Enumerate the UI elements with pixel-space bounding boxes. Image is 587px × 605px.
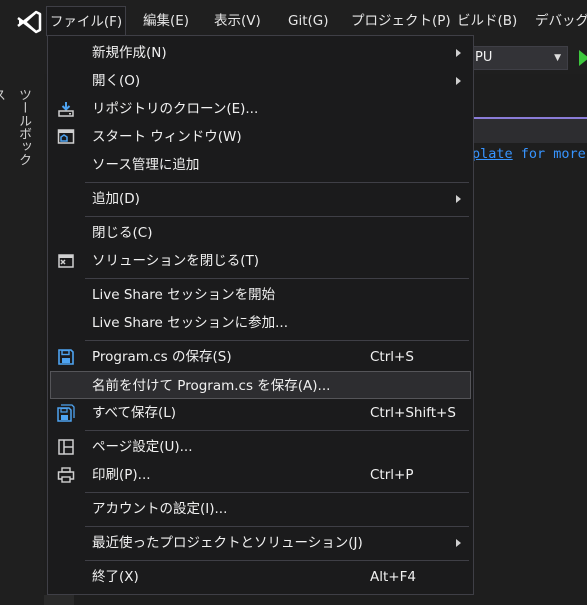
menu-item-close-solution[interactable]: ソリューションを閉じる(T) bbox=[50, 247, 471, 275]
menu-view[interactable]: 表示(V) bbox=[214, 6, 261, 36]
menu-edit[interactable]: 編集(E) bbox=[143, 6, 189, 36]
menu-separator bbox=[85, 492, 469, 493]
editor-text: plate for more bbox=[472, 145, 586, 163]
editor-gutter bbox=[44, 595, 74, 605]
menu-item-label: Program.cs の保存(S) bbox=[92, 349, 232, 365]
save-all-icon bbox=[57, 404, 75, 422]
menu-item-exit[interactable]: 終了(X) Alt+F4 bbox=[50, 563, 471, 591]
menu-item-shortcut: Ctrl+P bbox=[370, 467, 414, 483]
submenu-arrow-icon bbox=[456, 539, 461, 547]
menu-item-label: 新規作成(N) bbox=[92, 45, 167, 61]
menu-separator bbox=[85, 560, 469, 561]
submenu-arrow-icon bbox=[456, 195, 461, 203]
menu-debug[interactable]: デバッグ(D bbox=[535, 6, 587, 36]
menu-item-label: 最近使ったプロジェクトとソリューション(J) bbox=[92, 535, 363, 551]
platform-combo[interactable]: PU ▼ bbox=[470, 46, 568, 70]
menu-item-add[interactable]: 追加(D) bbox=[50, 185, 471, 213]
menu-item-label: スタート ウィンドウ(W) bbox=[92, 129, 242, 145]
menu-item-save[interactable]: Program.cs の保存(S) Ctrl+S bbox=[50, 343, 471, 371]
menu-file[interactable]: ファイル(F) bbox=[46, 6, 126, 36]
editor-tab-bar bbox=[470, 119, 587, 143]
menu-item-add-source-control[interactable]: ソース管理に追加 bbox=[50, 151, 471, 179]
menu-build[interactable]: ビルド(B) bbox=[457, 6, 517, 36]
menu-item-save-as[interactable]: 名前を付けて Program.cs を保存(A)... bbox=[50, 371, 471, 399]
close-solution-icon bbox=[58, 254, 74, 268]
menu-item-page-setup[interactable]: ページ設定(U)... bbox=[50, 433, 471, 461]
menu-item-label: 追加(D) bbox=[92, 191, 140, 207]
menu-item-live-share-join[interactable]: Live Share セッションに参加... bbox=[50, 309, 471, 337]
submenu-arrow-icon bbox=[456, 77, 461, 85]
menu-item-new[interactable]: 新規作成(N) bbox=[50, 39, 471, 67]
save-icon bbox=[58, 349, 74, 365]
menu-item-save-all[interactable]: すべて保存(L) Ctrl+Shift+S bbox=[50, 399, 471, 427]
platform-combo-value: PU bbox=[475, 50, 493, 65]
menu-separator bbox=[85, 526, 469, 527]
print-icon bbox=[57, 467, 75, 483]
menu-item-label: ソリューションを閉じる(T) bbox=[92, 253, 260, 269]
menu-item-shortcut: Ctrl+Shift+S bbox=[370, 405, 456, 421]
menu-item-start-window[interactable]: スタート ウィンドウ(W) bbox=[50, 123, 471, 151]
menu-separator bbox=[85, 216, 469, 217]
menu-item-label: 印刷(P)... bbox=[92, 467, 151, 483]
menu-item-label: リポジトリのクローン(E)... bbox=[92, 101, 259, 117]
submenu-arrow-icon bbox=[456, 49, 461, 57]
menu-item-close[interactable]: 閉じる(C) bbox=[50, 219, 471, 247]
menu-separator bbox=[85, 182, 469, 183]
menu-item-recent[interactable]: 最近使ったプロジェクトとソリューション(J) bbox=[50, 529, 471, 557]
menu-item-label: 終了(X) bbox=[92, 569, 139, 585]
editor-trailing-text: for more bbox=[512, 146, 586, 162]
menu-item-label: Live Share セッションを開始 bbox=[92, 287, 276, 303]
start-debug-icon[interactable] bbox=[579, 50, 587, 66]
page-setup-icon bbox=[58, 439, 74, 455]
menu-item-label: ソース管理に追加 bbox=[92, 157, 200, 173]
menu-separator bbox=[85, 278, 469, 279]
menu-item-open[interactable]: 開く(O) bbox=[50, 67, 471, 95]
menu-item-shortcut: Ctrl+S bbox=[370, 349, 414, 365]
clone-repository-icon bbox=[58, 102, 74, 117]
menu-separator bbox=[85, 340, 469, 341]
menu-item-account-settings[interactable]: アカウントの設定(I)... bbox=[50, 495, 471, 523]
menu-item-label: 開く(O) bbox=[92, 73, 141, 89]
menu-item-label: アカウントの設定(I)... bbox=[92, 501, 228, 517]
chevron-down-icon: ▼ bbox=[554, 53, 561, 63]
menu-item-clone-repository[interactable]: リポジトリのクローン(E)... bbox=[50, 95, 471, 123]
menu-separator bbox=[85, 430, 469, 431]
visual-studio-logo-icon bbox=[17, 10, 42, 34]
menu-item-label: Live Share セッションに参加... bbox=[92, 315, 288, 331]
menu-item-print[interactable]: 印刷(P)... Ctrl+P bbox=[50, 461, 471, 489]
menu-item-shortcut: Alt+F4 bbox=[370, 569, 416, 585]
file-menu-dropdown: 新規作成(N) 開く(O) リポジトリのクローン(E)... スタート ウィンド… bbox=[47, 35, 474, 595]
menu-item-label: ページ設定(U)... bbox=[92, 439, 193, 455]
menu-item-label: 閉じる(C) bbox=[92, 225, 153, 241]
menu-item-live-share-start[interactable]: Live Share セッションを開始 bbox=[50, 281, 471, 309]
toolbox-tab[interactable]: ツールボックス bbox=[0, 88, 36, 178]
menu-item-label: 名前を付けて Program.cs を保存(A)... bbox=[92, 378, 331, 394]
menu-item-label: すべて保存(L) bbox=[92, 405, 177, 421]
menu-git[interactable]: Git(G) bbox=[288, 6, 329, 36]
menu-project[interactable]: プロジェクト(P) bbox=[351, 6, 451, 36]
start-window-icon bbox=[57, 129, 75, 144]
editor-link[interactable]: plate bbox=[472, 146, 513, 162]
